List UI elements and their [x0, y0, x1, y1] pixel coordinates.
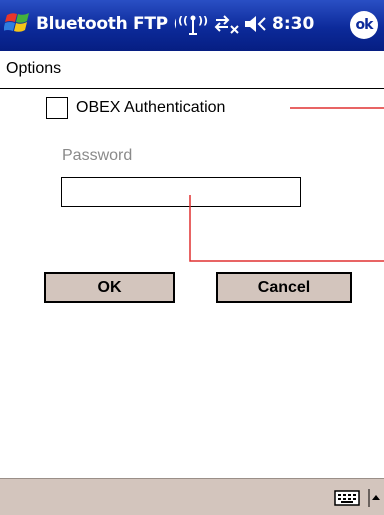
- ok-close-button[interactable]: ok: [350, 11, 378, 39]
- svg-text:((: ((: [178, 14, 188, 27]
- title-bar: Bluetooth FTP (! (( )) 8:30 ok: [0, 0, 384, 51]
- options-title: Options: [6, 60, 62, 77]
- input-panel-arrow-icon[interactable]: [368, 489, 382, 507]
- obex-authentication-checkbox[interactable]: [46, 97, 68, 119]
- password-input[interactable]: [61, 177, 301, 207]
- obex-authentication-label[interactable]: OBEX Authentication: [76, 99, 225, 117]
- clock[interactable]: 8:30: [272, 14, 314, 34]
- ok-button[interactable]: OK: [44, 272, 175, 303]
- password-label: Password: [62, 147, 133, 164]
- options-header: Options: [0, 51, 384, 89]
- cancel-button[interactable]: Cancel: [216, 272, 352, 303]
- signal-icon[interactable]: (( )): [178, 12, 208, 36]
- windows-start-icon[interactable]: [4, 9, 32, 37]
- svg-text:)): )): [198, 14, 208, 27]
- volume-icon[interactable]: [243, 12, 269, 36]
- keyboard-icon[interactable]: [334, 489, 362, 507]
- window-title: Bluetooth FTP (!: [36, 14, 176, 34]
- bottom-menu-bar: [0, 478, 384, 515]
- connectivity-icon[interactable]: [214, 12, 240, 36]
